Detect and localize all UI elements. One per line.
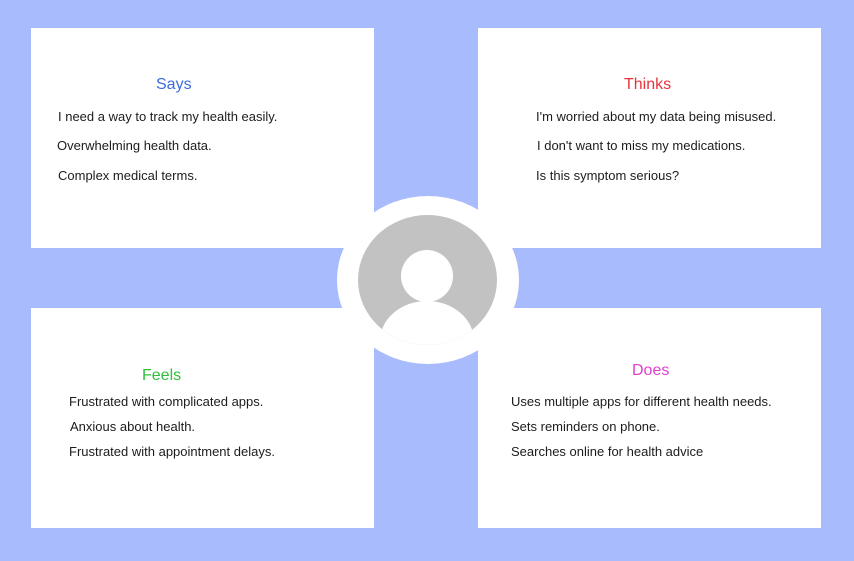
does-item: Sets reminders on phone. (511, 419, 660, 434)
feels-title: Feels (142, 367, 182, 384)
thinks-title: Thinks (624, 76, 672, 93)
does-card: Does Uses multiple apps for different he… (478, 308, 821, 528)
user-avatar-icon (358, 215, 497, 345)
feels-item: Frustrated with complicated apps. (69, 394, 264, 409)
feels-item: Anxious about health. (70, 419, 196, 434)
thinks-item: I'm worried about my data being misused. (536, 109, 777, 124)
thinks-item: Is this symptom serious? (536, 168, 680, 183)
thinks-item: I don't want to miss my medications. (537, 138, 746, 153)
avatar-head (401, 250, 453, 302)
does-item: Uses multiple apps for different health … (511, 394, 772, 409)
feels-card: Feels Frustrated with complicated apps. … (31, 308, 374, 528)
thinks-card: Thinks I'm worried about my data being m… (478, 28, 821, 248)
does-item: Searches online for health advice (511, 444, 704, 459)
says-title: Says (156, 76, 192, 93)
feels-item: Frustrated with appointment delays. (69, 444, 275, 459)
does-title: Does (632, 362, 670, 379)
says-item: I need a way to track my health easily. (58, 109, 278, 124)
avatar-body (380, 301, 474, 345)
says-card: Says I need a way to track my health eas… (31, 28, 374, 248)
says-item: Complex medical terms. (58, 168, 198, 183)
says-item: Overwhelming health data. (57, 138, 212, 153)
